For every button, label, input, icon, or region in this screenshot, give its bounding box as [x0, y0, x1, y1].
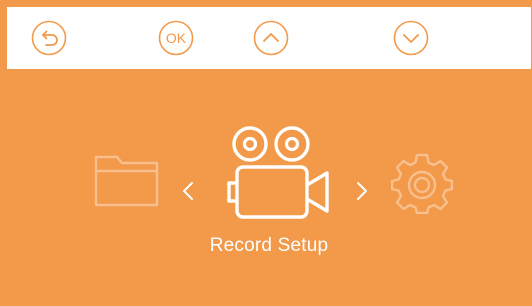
- top-button-bar: OK: [7, 7, 531, 69]
- ok-circle-icon: [158, 20, 194, 56]
- gear-icon: [390, 153, 454, 215]
- device-screen: OK Record Setup: [0, 0, 532, 306]
- chevron-up-icon: [253, 20, 289, 56]
- next-item-button[interactable]: [355, 180, 369, 207]
- chevron-right-icon: [357, 182, 367, 200]
- chevron-down-icon: [393, 20, 429, 56]
- up-button[interactable]: [253, 20, 289, 56]
- settings-item[interactable]: [390, 152, 454, 219]
- folder-item[interactable]: [93, 153, 161, 214]
- folder-icon: [94, 155, 159, 207]
- down-button[interactable]: [393, 20, 429, 56]
- chevron-left-icon: [183, 182, 193, 200]
- video-camera-icon: [227, 126, 329, 219]
- previous-item-button[interactable]: [181, 180, 195, 207]
- record-setup-item[interactable]: [217, 125, 333, 228]
- selected-item-label: Record Setup: [209, 235, 329, 256]
- back-arrow-icon: [31, 20, 67, 56]
- back-button[interactable]: [31, 20, 67, 56]
- ok-button[interactable]: OK: [158, 20, 194, 56]
- menu-carousel: Record Setup: [7, 69, 531, 305]
